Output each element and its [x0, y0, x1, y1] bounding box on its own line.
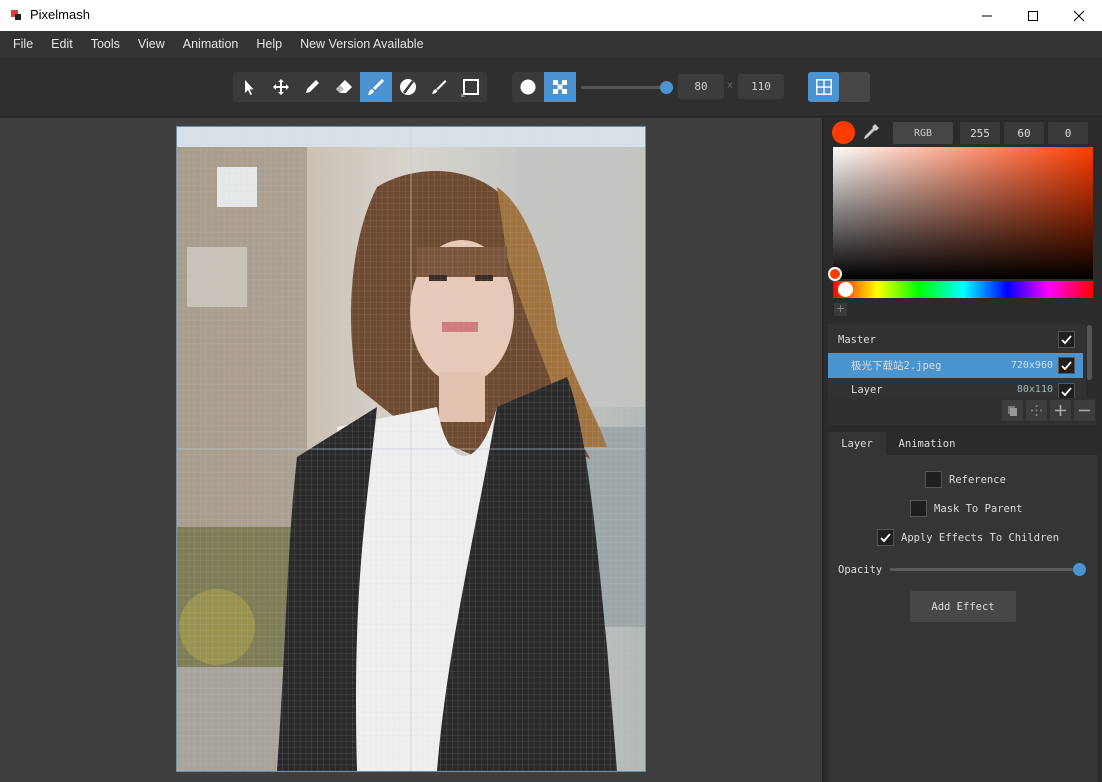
checkmark-icon [880, 533, 891, 543]
brush-icon [367, 79, 384, 95]
height-field[interactable]: 110 [738, 74, 784, 99]
close-button[interactable] [1056, 0, 1102, 31]
layer-size: 80x110 [1016, 384, 1053, 395]
no-paint-tool[interactable] [392, 72, 424, 102]
app-logo-icon [11, 10, 21, 20]
move-tool[interactable] [265, 72, 297, 102]
brush-size-knob[interactable] [660, 81, 673, 94]
opacity-slider[interactable] [890, 568, 1080, 571]
mask-to-parent-checkbox[interactable] [910, 500, 927, 517]
current-color-swatch[interactable] [832, 121, 855, 144]
eraser-icon [336, 80, 353, 93]
layer-visibility-checkbox[interactable] [1058, 331, 1075, 348]
layer-row-image[interactable]: 极光下载站2.jpeg 720x960 [828, 353, 1083, 378]
tool-group [233, 72, 487, 102]
checkmark-icon [1061, 361, 1072, 371]
layer-name: 极光下载站2.jpeg [851, 360, 942, 372]
pixel-canvas[interactable] [176, 126, 646, 772]
layer-name: Layer [851, 384, 883, 396]
plus-icon [1055, 405, 1066, 416]
add-layer-button[interactable] [1050, 400, 1071, 421]
minimize-icon [982, 15, 992, 16]
menu-help[interactable]: Help [247, 31, 291, 57]
reference-label: Reference [949, 474, 1006, 486]
menu-file[interactable]: File [4, 31, 42, 57]
pointer-tool[interactable] [233, 72, 265, 102]
duplicate-layer-button[interactable] [1002, 400, 1023, 421]
tab-animation[interactable]: Animation [892, 432, 962, 455]
reference-checkbox[interactable] [925, 471, 942, 488]
checkmark-icon [1061, 335, 1072, 345]
red-field[interactable]: 255 [960, 122, 1000, 144]
layer-row-master[interactable]: Master [828, 327, 1083, 352]
eyedropper-icon[interactable] [861, 122, 881, 142]
pixel-art-image [177, 127, 645, 771]
rectangle-tool[interactable] [455, 72, 487, 102]
layer-move-button[interactable] [1026, 400, 1047, 421]
apply-effects-label: Apply Effects To Children [901, 532, 1060, 544]
pencil-icon [306, 80, 320, 93]
opacity-knob[interactable] [1073, 563, 1086, 576]
checker-icon [553, 80, 567, 94]
pointer-icon [244, 80, 254, 95]
checkmark-icon [1061, 387, 1072, 397]
layer-name: Master [838, 333, 876, 346]
grid-view-icon [815, 79, 832, 95]
pixel-mode-group [512, 72, 576, 102]
color-mode-button[interactable]: RGB [893, 122, 953, 144]
layer-visibility-checkbox[interactable] [1058, 383, 1075, 398]
layer-row-layer[interactable]: Layer 80x110 [828, 379, 1083, 398]
layer-size: 720x960 [1010, 360, 1053, 371]
grid-view-button[interactable] [808, 72, 839, 102]
saturation-value-picker[interactable] [833, 147, 1093, 279]
apply-effects-checkbox[interactable] [877, 529, 894, 546]
minus-icon [1079, 409, 1090, 412]
menu-edit[interactable]: Edit [42, 31, 82, 57]
menu-view[interactable]: View [129, 31, 174, 57]
smudge-icon [432, 80, 447, 94]
brush-tool[interactable] [360, 72, 392, 102]
minimize-button[interactable] [964, 0, 1010, 31]
smudge-tool[interactable] [424, 72, 456, 102]
rectangle-icon [461, 79, 480, 97]
menu-bar: File Edit Tools View Animation Help New … [0, 31, 1102, 57]
pencil-tool[interactable] [297, 72, 329, 102]
single-view-button[interactable] [839, 72, 870, 102]
green-field[interactable]: 60 [1004, 122, 1044, 144]
layer-visibility-checkbox[interactable] [1058, 357, 1075, 374]
mask-to-parent-label: Mask To Parent [934, 503, 1023, 515]
menu-new-version[interactable]: New Version Available [291, 31, 432, 57]
menu-animation[interactable]: Animation [174, 31, 248, 57]
window-title: Pixelmash [30, 7, 90, 22]
circle-dot-mode[interactable] [512, 72, 544, 102]
title-bar: Pixelmash [0, 0, 1102, 31]
maximize-button[interactable] [1010, 0, 1056, 31]
brush-size-slider[interactable] [581, 86, 667, 89]
opacity-label: Opacity [838, 564, 883, 576]
remove-layer-button[interactable] [1074, 400, 1095, 421]
move-icon [272, 79, 289, 95]
circle-dot-icon [520, 79, 536, 95]
dimension-separator: x [727, 80, 733, 91]
hue-slider[interactable] [833, 281, 1093, 298]
eraser-tool[interactable] [328, 72, 360, 102]
blue-field[interactable]: 0 [1048, 122, 1088, 144]
menu-tools[interactable]: Tools [82, 31, 129, 57]
add-effect-button[interactable]: Add Effect [910, 591, 1016, 622]
width-field[interactable]: 80 [678, 74, 724, 99]
add-swatch-button[interactable]: + [834, 303, 847, 316]
move-dots-icon [1031, 405, 1042, 416]
hue-knob[interactable] [838, 282, 853, 297]
close-icon [1073, 10, 1085, 21]
tab-layer[interactable]: Layer [828, 432, 886, 455]
layers-scrollbar[interactable] [1087, 325, 1092, 380]
checker-mode[interactable] [544, 72, 576, 102]
duplicate-icon [1008, 406, 1017, 416]
saturation-value-knob[interactable] [828, 267, 842, 281]
no-paint-icon [399, 79, 416, 95]
maximize-icon [1028, 10, 1038, 21]
